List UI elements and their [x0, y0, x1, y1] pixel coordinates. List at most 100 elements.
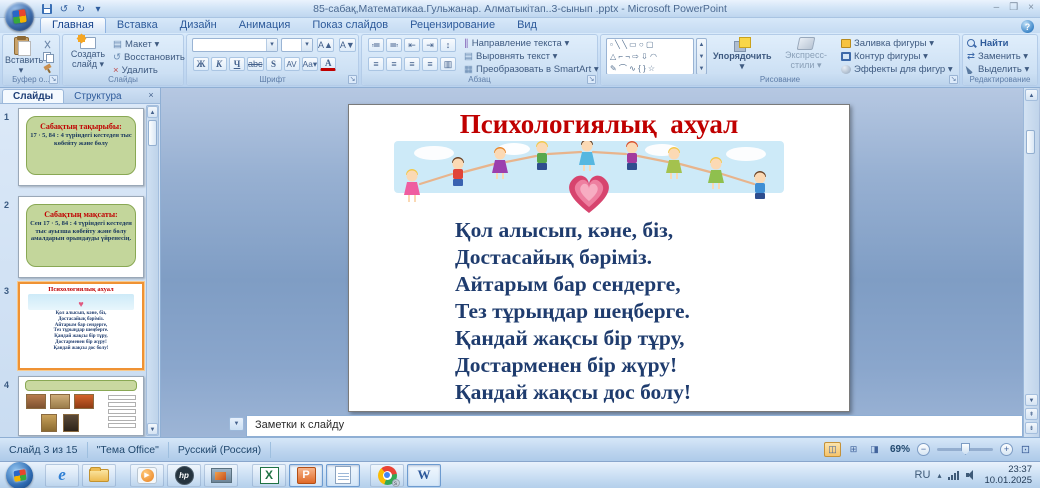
- font-size-combo[interactable]: ▾: [281, 38, 313, 52]
- pane-scroll-thumb[interactable]: [148, 120, 157, 146]
- zoom-in-button[interactable]: +: [1000, 443, 1013, 456]
- taskbar-word[interactable]: W: [407, 464, 441, 487]
- pane-scrollbar[interactable]: ▲ ▼: [146, 105, 159, 436]
- previous-slide-button[interactable]: ⇞: [1025, 408, 1038, 420]
- pane-scroll-up-icon[interactable]: ▲: [147, 106, 158, 118]
- main-vertical-scrollbar[interactable]: ▲ ▼ ⇞ ⇟: [1023, 88, 1039, 437]
- zoom-level[interactable]: 69%: [890, 444, 910, 455]
- paste-button[interactable]: Вставить▾: [5, 37, 37, 75]
- zoom-out-button[interactable]: −: [917, 443, 930, 456]
- font-name-combo[interactable]: ▾: [192, 38, 278, 52]
- drawing-dialog-launcher[interactable]: ↘: [949, 75, 958, 84]
- zoom-slider[interactable]: [937, 448, 993, 451]
- slideshow-view-button[interactable]: ◨: [866, 442, 883, 457]
- zoom-slider-thumb[interactable]: [961, 443, 970, 455]
- shapes-row-2[interactable]: △ ⌐ ¬ ⇨ ⇩ ◠: [610, 51, 693, 63]
- cut-button[interactable]: [41, 38, 54, 50]
- notes-splitter-button[interactable]: ▼: [229, 417, 244, 431]
- font-color-button[interactable]: А: [320, 57, 336, 71]
- strikethrough-button[interactable]: abc: [247, 57, 264, 71]
- tray-clock[interactable]: 23:37 10.01.2025: [984, 464, 1032, 486]
- paragraph-dialog-launcher[interactable]: ↘: [587, 75, 596, 84]
- tray-expand-icon[interactable]: ▴: [937, 471, 941, 480]
- format-painter-button[interactable]: [41, 62, 54, 74]
- redo-button[interactable]: ↻: [74, 3, 88, 16]
- text-shadow-button[interactable]: S: [266, 57, 282, 71]
- decrease-indent-button[interactable]: ⇤: [404, 38, 420, 52]
- new-slide-button[interactable]: Создатьслайд ▾: [65, 37, 111, 69]
- language-indicator[interactable]: Русский (Россия): [169, 442, 271, 458]
- shapes-row-1[interactable]: ▫ ╲ ╲ ▭ ○ ▢: [610, 39, 693, 51]
- taskbar-internet-explorer[interactable]: e: [45, 464, 79, 487]
- taskbar-word-document[interactable]: [326, 464, 360, 487]
- tab-vstavka[interactable]: Вставка: [106, 18, 169, 33]
- next-slide-button[interactable]: ⇟: [1025, 422, 1038, 434]
- volume-icon[interactable]: [966, 470, 977, 480]
- shapes-gallery-scrollbar[interactable]: ▲ ▼ ▼: [696, 38, 707, 75]
- slide-title[interactable]: Психологиялық ахуал: [349, 109, 849, 140]
- replace-button[interactable]: ⇄Заменить ▾: [967, 50, 1029, 63]
- minimize-button[interactable]: –: [994, 2, 1000, 13]
- align-text-button[interactable]: ▤Выровнять текст ▾: [464, 50, 599, 63]
- network-signal-icon[interactable]: [948, 471, 959, 480]
- tab-glavnaya[interactable]: Главная: [40, 17, 106, 33]
- help-icon[interactable]: ?: [1021, 20, 1034, 33]
- scroll-thumb[interactable]: [1026, 130, 1035, 154]
- slide-canvas[interactable]: Психологиялық ахуал: [348, 104, 850, 412]
- slide-thumbnail-1[interactable]: Сабақтың тақырыбы: 17 · 5, 84 : 4 түрінд…: [18, 108, 144, 186]
- taskbar-excel[interactable]: X: [252, 464, 286, 487]
- pane-scroll-down-icon[interactable]: ▼: [147, 423, 158, 435]
- reset-slide-button[interactable]: ↺Восстановить: [113, 51, 185, 64]
- line-spacing-button[interactable]: ↕: [440, 38, 456, 52]
- quick-styles-button[interactable]: Экспресс-стили ▾: [775, 37, 837, 70]
- bullets-button[interactable]: ≔: [368, 38, 384, 52]
- pane-close-icon[interactable]: ×: [145, 90, 157, 102]
- shapes-scroll-up-icon[interactable]: ▲: [697, 39, 706, 51]
- layout-button[interactable]: ▤Макет ▾: [113, 38, 185, 51]
- align-left-button[interactable]: ≡: [368, 57, 384, 71]
- shapes-scroll-down-icon[interactable]: ▼: [697, 51, 706, 63]
- taskbar-powerpoint[interactable]: P: [289, 464, 323, 487]
- shrink-font-button[interactable]: A▼: [339, 38, 356, 52]
- grow-font-button[interactable]: A▲: [317, 38, 334, 52]
- align-center-button[interactable]: ≡: [386, 57, 402, 71]
- tab-dizayn[interactable]: Дизайн: [169, 18, 228, 33]
- tab-pokaz-slaydov[interactable]: Показ слайдов: [301, 18, 399, 33]
- slide-thumbnail-4[interactable]: [18, 376, 144, 436]
- fit-to-window-button[interactable]: ⊡: [1017, 442, 1034, 457]
- font-dialog-launcher[interactable]: ↘: [348, 75, 357, 84]
- start-button[interactable]: [6, 462, 33, 488]
- keyboard-language[interactable]: RU: [915, 469, 931, 481]
- undo-button[interactable]: ↺: [57, 3, 71, 16]
- restore-button[interactable]: ❒: [1009, 2, 1018, 13]
- clipboard-dialog-launcher[interactable]: ↘: [49, 75, 58, 84]
- office-button[interactable]: [5, 2, 34, 31]
- numbering-button[interactable]: ≕: [386, 38, 402, 52]
- italic-button[interactable]: К: [211, 57, 227, 71]
- theme-name[interactable]: "Тема Office": [88, 442, 169, 458]
- notes-input[interactable]: Заметки к слайду: [246, 415, 1023, 437]
- align-right-button[interactable]: ≡: [404, 57, 420, 71]
- scroll-down-icon[interactable]: ▼: [1025, 394, 1038, 406]
- arrange-button[interactable]: Упорядочить ▾: [713, 37, 771, 71]
- copy-button[interactable]: [41, 50, 54, 62]
- change-case-button[interactable]: Aa▾: [302, 57, 319, 71]
- justify-button[interactable]: ≡: [422, 57, 438, 71]
- qat-customize-button[interactable]: ▾: [91, 3, 105, 16]
- tab-recenzirovanie[interactable]: Рецензирование: [399, 18, 506, 33]
- columns-button[interactable]: ▥: [440, 57, 456, 71]
- taskbar-chrome[interactable]: s: [370, 464, 404, 487]
- save-button[interactable]: [40, 3, 54, 16]
- scroll-up-icon[interactable]: ▲: [1025, 89, 1038, 101]
- taskbar-media-player[interactable]: ▶: [130, 464, 164, 487]
- pane-tab-outline[interactable]: Структура: [64, 90, 131, 103]
- text-direction-button[interactable]: ∥Направление текста ▾: [464, 37, 599, 50]
- normal-view-button[interactable]: ◫: [824, 442, 841, 457]
- bold-button[interactable]: Ж: [193, 57, 209, 71]
- character-spacing-button[interactable]: AV: [284, 57, 300, 71]
- tab-vid[interactable]: Вид: [506, 18, 548, 33]
- slide-thumbnail-2[interactable]: Сабақтың мақсаты: Сен 17 · 5, 84 : 4 түр…: [18, 196, 144, 278]
- increase-indent-button[interactable]: ⇥: [422, 38, 438, 52]
- close-button[interactable]: ×: [1028, 2, 1034, 13]
- slide-sorter-view-button[interactable]: ⊞: [845, 442, 862, 457]
